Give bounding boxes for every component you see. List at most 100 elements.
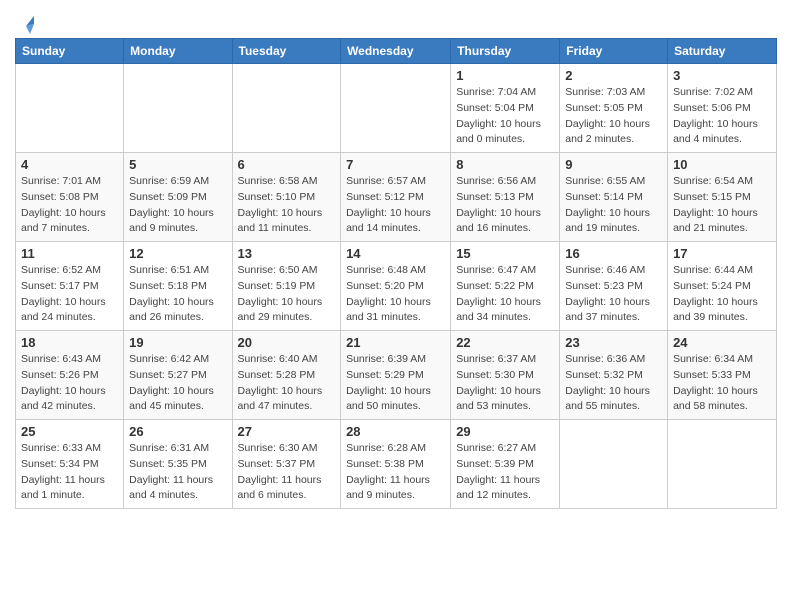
day-cell: 3 Sunrise: 7:02 AMSunset: 5:06 PMDaylight… <box>668 64 777 153</box>
day-number: 18 <box>21 335 118 350</box>
day-cell <box>668 420 777 509</box>
day-header-sunday: Sunday <box>16 39 124 64</box>
day-header-thursday: Thursday <box>451 39 560 64</box>
day-number: 1 <box>456 68 554 83</box>
day-cell: 4 Sunrise: 7:01 AMSunset: 5:08 PMDaylight… <box>16 153 124 242</box>
day-cell: 10Sunrise: 6:54 AMSunset: 5:15 PMDayligh… <box>668 153 777 242</box>
day-info: Sunrise: 6:57 AMSunset: 5:12 PMDaylight:… <box>346 174 445 237</box>
day-number: 8 <box>456 157 554 172</box>
day-header-wednesday: Wednesday <box>341 39 451 64</box>
day-number: 20 <box>238 335 336 350</box>
logo-bird-icon <box>16 16 34 34</box>
day-cell: 2 Sunrise: 7:03 AMSunset: 5:05 PMDaylight… <box>560 64 668 153</box>
day-header-monday: Monday <box>124 39 232 64</box>
day-info: Sunrise: 6:52 AMSunset: 5:17 PMDaylight:… <box>21 263 118 326</box>
day-number: 2 <box>565 68 662 83</box>
day-info: Sunrise: 6:51 AMSunset: 5:18 PMDaylight:… <box>129 263 226 326</box>
day-cell: 7 Sunrise: 6:57 AMSunset: 5:12 PMDaylight… <box>341 153 451 242</box>
day-number: 15 <box>456 246 554 261</box>
day-number: 14 <box>346 246 445 261</box>
day-info: Sunrise: 6:44 AMSunset: 5:24 PMDaylight:… <box>673 263 771 326</box>
day-cell: 25 Sunrise: 6:33 AMSunset: 5:34 PMDayligh… <box>16 420 124 509</box>
day-number: 22 <box>456 335 554 350</box>
day-number: 5 <box>129 157 226 172</box>
day-cell <box>124 64 232 153</box>
day-number: 11 <box>21 246 118 261</box>
day-info: Sunrise: 6:59 AMSunset: 5:09 PMDaylight:… <box>129 174 226 237</box>
day-number: 13 <box>238 246 336 261</box>
day-cell: 5 Sunrise: 6:59 AMSunset: 5:09 PMDaylight… <box>124 153 232 242</box>
day-cell: 29Sunrise: 6:27 AMSunset: 5:39 PMDayligh… <box>451 420 560 509</box>
day-number: 28 <box>346 424 445 439</box>
day-cell <box>232 64 341 153</box>
day-number: 17 <box>673 246 771 261</box>
day-header-tuesday: Tuesday <box>232 39 341 64</box>
day-cell: 8 Sunrise: 6:56 AMSunset: 5:13 PMDaylight… <box>451 153 560 242</box>
day-number: 7 <box>346 157 445 172</box>
day-cell: 22Sunrise: 6:37 AMSunset: 5:30 PMDayligh… <box>451 331 560 420</box>
day-number: 23 <box>565 335 662 350</box>
day-info: Sunrise: 6:30 AMSunset: 5:37 PMDaylight:… <box>238 441 336 504</box>
week-row-2: 4 Sunrise: 7:01 AMSunset: 5:08 PMDaylight… <box>16 153 777 242</box>
day-info: Sunrise: 6:39 AMSunset: 5:29 PMDaylight:… <box>346 352 445 415</box>
day-number: 24 <box>673 335 771 350</box>
day-info: Sunrise: 6:54 AMSunset: 5:15 PMDaylight:… <box>673 174 771 237</box>
day-cell: 21 Sunrise: 6:39 AMSunset: 5:29 PMDayligh… <box>341 331 451 420</box>
header <box>15 10 777 30</box>
day-info: Sunrise: 6:33 AMSunset: 5:34 PMDaylight:… <box>21 441 118 504</box>
day-cell <box>16 64 124 153</box>
day-info: Sunrise: 6:56 AMSunset: 5:13 PMDaylight:… <box>456 174 554 237</box>
day-number: 16 <box>565 246 662 261</box>
day-number: 26 <box>129 424 226 439</box>
day-info: Sunrise: 6:47 AMSunset: 5:22 PMDaylight:… <box>456 263 554 326</box>
day-cell: 27 Sunrise: 6:30 AMSunset: 5:37 PMDayligh… <box>232 420 341 509</box>
day-cell: 28 Sunrise: 6:28 AMSunset: 5:38 PMDayligh… <box>341 420 451 509</box>
day-info: Sunrise: 7:04 AMSunset: 5:04 PMDaylight:… <box>456 85 554 148</box>
day-cell: 1 Sunrise: 7:04 AMSunset: 5:04 PMDaylight… <box>451 64 560 153</box>
day-number: 21 <box>346 335 445 350</box>
day-info: Sunrise: 6:48 AMSunset: 5:20 PMDaylight:… <box>346 263 445 326</box>
day-info: Sunrise: 6:50 AMSunset: 5:19 PMDaylight:… <box>238 263 336 326</box>
day-cell: 13 Sunrise: 6:50 AMSunset: 5:19 PMDayligh… <box>232 242 341 331</box>
day-number: 6 <box>238 157 336 172</box>
week-row-3: 11 Sunrise: 6:52 AMSunset: 5:17 PMDayligh… <box>16 242 777 331</box>
day-header-saturday: Saturday <box>668 39 777 64</box>
day-header-friday: Friday <box>560 39 668 64</box>
day-info: Sunrise: 7:03 AMSunset: 5:05 PMDaylight:… <box>565 85 662 148</box>
day-cell: 14 Sunrise: 6:48 AMSunset: 5:20 PMDayligh… <box>341 242 451 331</box>
day-cell: 17 Sunrise: 6:44 AMSunset: 5:24 PMDayligh… <box>668 242 777 331</box>
logo <box>15 16 34 30</box>
day-info: Sunrise: 7:01 AMSunset: 5:08 PMDaylight:… <box>21 174 118 237</box>
day-cell: 20 Sunrise: 6:40 AMSunset: 5:28 PMDayligh… <box>232 331 341 420</box>
day-cell: 15 Sunrise: 6:47 AMSunset: 5:22 PMDayligh… <box>451 242 560 331</box>
week-row-1: 1 Sunrise: 7:04 AMSunset: 5:04 PMDaylight… <box>16 64 777 153</box>
day-info: Sunrise: 6:36 AMSunset: 5:32 PMDaylight:… <box>565 352 662 415</box>
day-number: 25 <box>21 424 118 439</box>
day-info: Sunrise: 6:40 AMSunset: 5:28 PMDaylight:… <box>238 352 336 415</box>
day-info: Sunrise: 6:46 AMSunset: 5:23 PMDaylight:… <box>565 263 662 326</box>
day-cell: 23 Sunrise: 6:36 AMSunset: 5:32 PMDayligh… <box>560 331 668 420</box>
day-cell: 26 Sunrise: 6:31 AMSunset: 5:35 PMDayligh… <box>124 420 232 509</box>
day-number: 4 <box>21 157 118 172</box>
day-number: 9 <box>565 157 662 172</box>
day-number: 29 <box>456 424 554 439</box>
calendar-table: SundayMondayTuesdayWednesdayThursdayFrid… <box>15 38 777 509</box>
day-number: 27 <box>238 424 336 439</box>
day-info: Sunrise: 7:02 AMSunset: 5:06 PMDaylight:… <box>673 85 771 148</box>
day-cell <box>341 64 451 153</box>
day-info: Sunrise: 6:31 AMSunset: 5:35 PMDaylight:… <box>129 441 226 504</box>
day-cell: 24Sunrise: 6:34 AMSunset: 5:33 PMDayligh… <box>668 331 777 420</box>
day-info: Sunrise: 6:42 AMSunset: 5:27 PMDaylight:… <box>129 352 226 415</box>
day-cell: 11 Sunrise: 6:52 AMSunset: 5:17 PMDayligh… <box>16 242 124 331</box>
day-number: 3 <box>673 68 771 83</box>
day-info: Sunrise: 6:28 AMSunset: 5:38 PMDaylight:… <box>346 441 445 504</box>
day-number: 19 <box>129 335 226 350</box>
week-row-4: 18 Sunrise: 6:43 AMSunset: 5:26 PMDayligh… <box>16 331 777 420</box>
day-info: Sunrise: 6:43 AMSunset: 5:26 PMDaylight:… <box>21 352 118 415</box>
week-row-5: 25 Sunrise: 6:33 AMSunset: 5:34 PMDayligh… <box>16 420 777 509</box>
day-cell: 18 Sunrise: 6:43 AMSunset: 5:26 PMDayligh… <box>16 331 124 420</box>
day-number: 12 <box>129 246 226 261</box>
day-cell: 16 Sunrise: 6:46 AMSunset: 5:23 PMDayligh… <box>560 242 668 331</box>
day-info: Sunrise: 6:55 AMSunset: 5:14 PMDaylight:… <box>565 174 662 237</box>
day-cell <box>560 420 668 509</box>
